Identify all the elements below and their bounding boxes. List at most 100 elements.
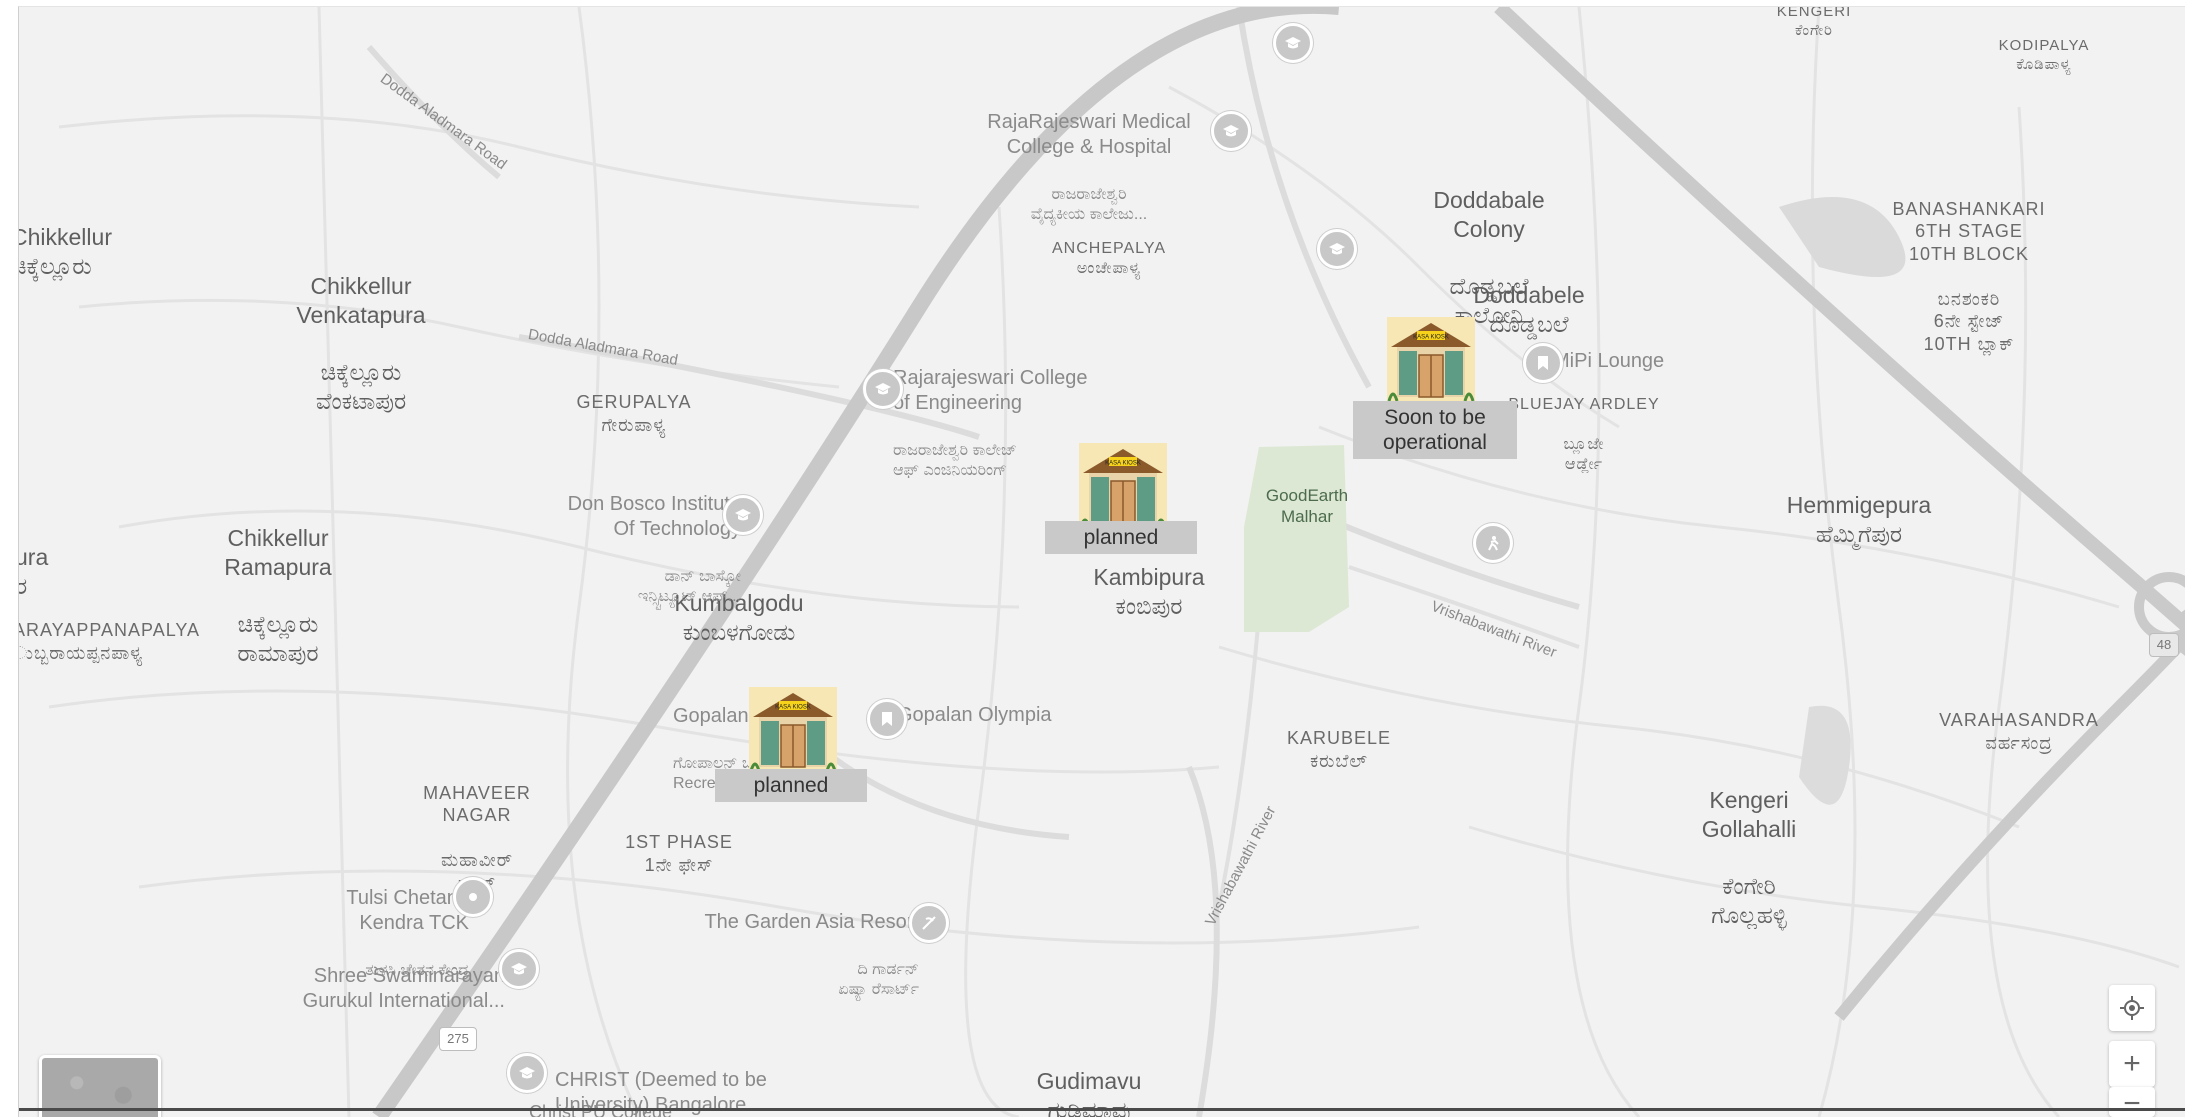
highway-shield-275: 275 — [439, 1027, 477, 1051]
poi-gopalan-olympia[interactable]: Gopalan Olympia — [897, 703, 1052, 728]
school-pin-icon-christ[interactable] — [507, 1053, 547, 1093]
place-name-en: MAHAVEER NAGAR — [423, 782, 531, 826]
kiosk-marker-kambipura[interactable]: KASA KIOSK — [1077, 443, 1169, 527]
kiosk-status-badge[interactable]: planned — [1045, 521, 1197, 555]
kiosk-sign-text: KASA KIOSK — [1413, 335, 1449, 341]
school-pin-icon-don-bosco[interactable] — [723, 495, 763, 535]
place-name-kn: ಚಿಕ್ಕೆಲ್ಲೂರು ವೆಂಕಟಾಪುರ — [315, 359, 407, 414]
place-name-kn: 1ನೇ ಫೇಸ್ — [644, 854, 714, 875]
poi-name: The Garden Asia Resort — [704, 911, 919, 933]
graduation-cap-icon — [1285, 37, 1301, 49]
place-name-kn: ರ — [19, 572, 48, 601]
poi-name: Don Bosco Institute Of Technology — [567, 493, 741, 540]
park-area — [1244, 445, 1349, 632]
school-pin-icon[interactable] — [1211, 111, 1251, 151]
place-name-en: Chikkellur Ramapura — [224, 524, 332, 580]
poi-name-kn: ದಿ ಗಾರ್ಡನ್ ಏಷ್ಯಾ ರೆಸಾರ್ಟ್ — [838, 961, 919, 998]
place-kengeri-top: KENGERI ಕೆಂಗೇರಿ — [1739, 7, 1889, 41]
poi-rajarajeswari-medical[interactable]: RajaRajeswari Medical College & Hospital… — [959, 85, 1219, 250]
place-name-en: KODIPALYA — [1998, 37, 2090, 54]
place-name-en: Kengeri Gollahalli — [1701, 786, 1797, 842]
place-name-en: KARUBELE — [1286, 728, 1392, 748]
kiosk-building-icon: KASA KIOSK — [749, 687, 837, 771]
place-name-kn: ುಬ್ಬರಾಯಪ್ಪನಪಾಳ್ಯ — [18, 642, 144, 663]
bottom-divider — [19, 1108, 2185, 1111]
place-name-kn: ಚಿಕ್ಕೆಲ್ಲೂರು — [18, 252, 92, 279]
school-pin-icon-swaminarayan[interactable] — [499, 949, 539, 989]
bookmark-icon — [882, 712, 892, 726]
graduation-cap-icon — [735, 509, 751, 521]
place-kengeri-gollahalli: Kengeri Gollahalli ಕೆಂಗೇರಿ ಗೊಲ್ಲಹಳ್ಳಿ — [1659, 757, 1839, 958]
kiosk-building-icon: KASA KIOSK — [1387, 317, 1475, 401]
place-name-kn: ಅಂಚೇಪಾಳ್ಯ — [1076, 260, 1142, 277]
place-name-kn: ಕೆಂಗೇರಿ ಗೊಲ್ಲಹಳ್ಳಿ — [1711, 873, 1787, 928]
place-name-kn: ಬನಶಂಕರಿ 6ನೇ ಸ್ಟೇಜ್ 10TH ಬ್ಲಾಕ್ — [1923, 288, 2015, 354]
kiosk-status-badge[interactable]: Soon to be operational — [1353, 401, 1517, 460]
school-pin-icon-engineering[interactable] — [863, 369, 903, 409]
place-name-kn: ಕೆಂಗೇರಿ — [1795, 21, 1833, 39]
place-bluejay-ardley: BLUEJAY ARDLEY ಬ್ಲೂಜೇ ಆರ್ಡ್ಲೇ — [1489, 375, 1679, 495]
zoom-out-button[interactable]: − — [2109, 1087, 2155, 1117]
place-varahasandra: VARAHASANDRA ವರ್ಹಸಂದ್ರ — [1919, 709, 2119, 754]
place-name-en: Hemmigepura — [1786, 492, 1932, 518]
highway-shield-48: 48 — [2149, 633, 2179, 657]
poi-don-bosco[interactable]: Don Bosco Institute Of Technology ಡಾನ್ ಬ… — [501, 467, 741, 632]
graduation-cap-icon — [1329, 243, 1345, 255]
kiosk-status-badge[interactable]: planned — [715, 769, 867, 803]
place-banashankari: BANASHANKARI 6TH STAGE 10TH BLOCK ಬನಶಂಕರ… — [1879, 175, 2059, 378]
graduation-cap-icon — [875, 383, 891, 395]
place-name-en: VARAHASANDRA — [1939, 710, 2099, 730]
place-first-phase: 1ST PHASE 1ನೇ ಫೇಸ್ — [599, 831, 759, 876]
place-arayappanapalya: ARAYAPPANAPALYA ುಬ್ಬರಾಯಪ್ಪನಪಾಳ್ಯ — [18, 619, 201, 664]
resort-icon — [922, 916, 936, 930]
poi-garden-asia[interactable]: The Garden Asia Resort ದಿ ಗಾರ್ಡನ್ ಏಷ್ಯಾ … — [669, 885, 919, 1025]
place-pin-icon[interactable] — [453, 877, 493, 917]
kiosk-marker-doddabele[interactable]: KASA KIOSK — [1385, 317, 1477, 401]
kiosk-marker-kumbalgodu[interactable]: KASA KIOSK — [747, 687, 839, 771]
place-name-kn: ಗುಡಿಮಾವು — [1047, 1096, 1131, 1117]
place-chikkellur-venkatapura: Chikkellur Venkatapura ಚಿಕ್ಕೆಲ್ಲೂರು ವೆಂಕ… — [271, 243, 451, 444]
poi-name-kn: ರಾಜರಾಜೇಶ್ವರಿ ಕಾಲೇಜ್ ಆಫ್ ಎಂಜಿನಿಯರಿಂಗ್ — [893, 442, 1017, 479]
poi-rajarajeswari-engineering[interactable]: Rajarajeswari College of Engineering ರಾಜ… — [893, 341, 1088, 506]
place-name-en: BLUEJAY ARDLEY — [1508, 396, 1660, 413]
poi-name: Shree Swaminarayan Gurukul International… — [302, 965, 505, 1012]
place-name-kn: ಹೆಮ್ಮಿಗೆಪುರ — [1815, 520, 1903, 547]
place-name-kn: ಕೊಡಿಪಾಳ್ಯ — [2016, 55, 2072, 73]
school-pin-icon-north[interactable] — [1317, 229, 1357, 269]
poi-name: MiPi Lounge — [1553, 350, 1665, 372]
bookmark-pin-icon[interactable] — [867, 699, 907, 739]
place-name-kn: ಬ್ಲೂಜೇ ಆರ್ಡ್ಲೇ — [1563, 436, 1605, 473]
kiosk-sign-text: KASA KIOSK — [775, 705, 811, 711]
my-location-button[interactable] — [2109, 985, 2155, 1031]
poi-shree-swaminarayan[interactable]: Shree Swaminarayan Gurukul International… — [265, 939, 505, 1039]
crosshair-icon — [2120, 996, 2144, 1020]
poi-name: Gopalan Olympia — [897, 704, 1052, 726]
place-name-en: Doddabale Colony — [1433, 186, 1545, 242]
place-gerupalya: GERUPALYA ಗೇರುಪಾಳ್ಯ — [549, 391, 719, 436]
poi-name-kn: ಡಾನ್ ಬಾಸ್ಕೋ ಇನ್ಸ್ಟಿಟ್ಯೂಟ್ ಆಫ್... — [637, 568, 741, 605]
school-pin-icon-top[interactable] — [1273, 23, 1313, 63]
sports-pin-icon[interactable] — [1473, 523, 1513, 563]
poi-mipi-lounge[interactable]: MiPi Lounge — [1553, 349, 1664, 374]
graduation-cap-icon — [519, 1067, 535, 1079]
place-name-en: ARAYAPPANAPALYA — [18, 620, 201, 640]
place-name-kn: ಕಂಬಿಪುರ — [1115, 592, 1183, 619]
place-name-en: Chikkellur — [18, 224, 112, 250]
poi-name-kn: ರಾಜರಾಜೇಶ್ವರಿ ವೈದ್ಯಕೀಯ ಕಾಲೇಜು... — [1030, 186, 1148, 223]
resort-pin-icon[interactable] — [909, 903, 949, 943]
place-name-kn: ಗೇರುಪಾಳ್ಯ — [601, 414, 667, 435]
place-name-en: Gudimavu — [1036, 1068, 1142, 1094]
place-name-en: Chikkellur Venkatapura — [296, 272, 426, 328]
circle-dot-icon — [469, 893, 477, 901]
graduation-cap-icon — [511, 963, 527, 975]
place-ura: ura ರ — [19, 543, 48, 601]
map-canvas[interactable]: Chikkellur ಚಿಕ್ಕೆಲ್ಲೂರು Chikkellur Venka… — [18, 6, 2185, 1117]
zoom-in-button[interactable]: + — [2109, 1041, 2155, 1087]
place-chikkellur: Chikkellur ಚಿಕ್ಕೆಲ್ಲೂರು — [18, 223, 112, 281]
place-name-kn: ಚಿಕ್ಕೆಲ್ಲೂರು ರಾಮಾಪುರ — [237, 611, 319, 666]
place-name-en: BANASHANKARI 6TH STAGE 10TH BLOCK — [1892, 198, 2046, 264]
place-hemmigepura: Hemmigepura ಹೆಮ್ಮಿಗೆಪುರ — [1769, 491, 1949, 549]
bookmark-pin-icon-mipi[interactable] — [1523, 343, 1563, 383]
poi-name: Tulsi Chetana Kendra TCK — [346, 887, 469, 934]
place-name-en: GERUPALYA — [576, 392, 692, 412]
